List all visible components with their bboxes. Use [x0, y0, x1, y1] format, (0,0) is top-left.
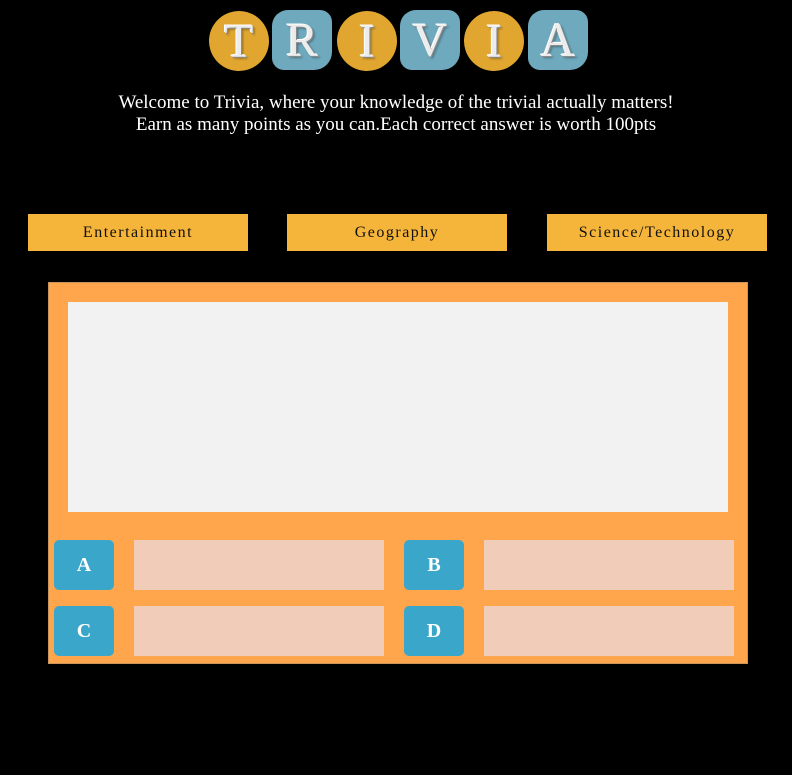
answer-a-button[interactable]: A	[54, 540, 114, 590]
logo-tile-a: A	[528, 10, 588, 70]
answer-c-field[interactable]	[134, 606, 384, 656]
category-button-science-technology[interactable]: Science/Technology	[547, 214, 767, 251]
answer-d-field[interactable]	[484, 606, 734, 656]
answer-d-button[interactable]: D	[404, 606, 464, 656]
answer-b-field[interactable]	[484, 540, 734, 590]
trivia-page: T R I V I A Welcome to Trivia, where you…	[0, 0, 792, 775]
welcome-text: Welcome to Trivia, where your knowledge …	[0, 92, 792, 136]
category-button-geography[interactable]: Geography	[287, 214, 507, 251]
trivia-logo: T R I V I A	[201, 3, 591, 79]
logo-tile-v: V	[400, 10, 460, 70]
answer-c-button[interactable]: C	[54, 606, 114, 656]
welcome-line-2: Earn as many points as you can.Each corr…	[135, 114, 657, 135]
answer-a-field[interactable]	[134, 540, 384, 590]
category-button-entertainment[interactable]: Entertainment	[28, 214, 248, 251]
logo-tile-t: T	[201, 3, 277, 79]
logo-tile-i2: I	[456, 3, 532, 79]
question-display	[68, 302, 728, 512]
welcome-line-1: Welcome to Trivia, where your knowledge …	[118, 92, 674, 113]
game-board: A B C D	[48, 282, 748, 664]
logo-tile-r: R	[272, 10, 332, 70]
logo-tile-i: I	[329, 3, 405, 79]
answer-b-button[interactable]: B	[404, 540, 464, 590]
